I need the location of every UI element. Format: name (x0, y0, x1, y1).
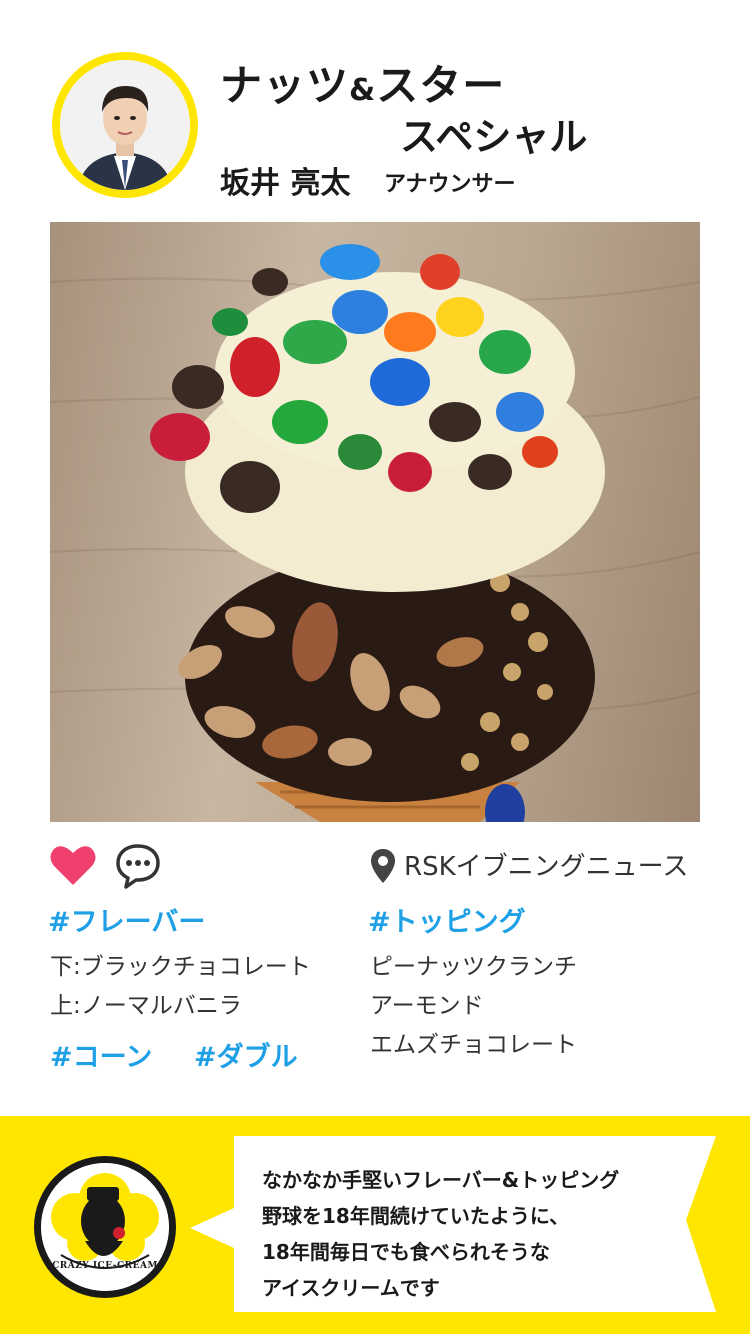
crazy-ice-cream-logo: CRAZY ICE-CREAM (34, 1156, 176, 1298)
logo-text: CRAZY ICE-CREAM (52, 1261, 158, 1271)
topping-item-peanut-crunch: ピーナッツクランチ (370, 954, 577, 980)
tag-topping[interactable]: #トッピング (368, 900, 526, 939)
mascot-icon (41, 1163, 169, 1291)
comment-line-2: 野球を18年間続けていたように、 (262, 1204, 570, 1228)
announcer-role: アナウンサー (384, 172, 516, 197)
topping-item-ms-chocolate: エムズチョコレート (370, 1032, 577, 1058)
ice-cream-illustration (50, 244, 700, 822)
page-title-line1: ナッツ&スター (220, 52, 505, 113)
person-portrait-icon (60, 60, 190, 190)
page-title-line2: スペシャル (400, 115, 588, 159)
location-label[interactable]: RSKイブニングニュース (404, 846, 688, 883)
flavor-item-top: 上:ノーマルバニラ (50, 993, 242, 1019)
title-word-star: スター (376, 61, 506, 110)
comment-text: なかなか手堅いフレーバー&トッピング 野球を18年間続けていたように、 18年間… (262, 1162, 619, 1306)
tag-double[interactable]: #ダブル (194, 1035, 298, 1074)
title-word-nuts: ナッツ (220, 61, 350, 110)
comment-icon[interactable] (114, 842, 162, 890)
announcer-avatar (52, 52, 198, 198)
comment-line-3: 18年間毎日でも食べられそうな (262, 1240, 550, 1264)
flavor-list: 下:ブラックチョコレート 上:ノーマルバニラ (50, 948, 311, 1026)
ice-cream-photo (50, 222, 700, 822)
logo-inner: CRAZY ICE-CREAM (41, 1163, 169, 1291)
title-ampersand: & (349, 73, 377, 108)
location-pin-icon (371, 849, 395, 883)
tag-cone[interactable]: #コーン (50, 1035, 152, 1074)
tag-flavor[interactable]: #フレーバー (48, 900, 205, 939)
topping-list: ピーナッツクランチ アーモンド エムズチョコレート (370, 948, 577, 1065)
comment-line-1: なかなか手堅いフレーバー&トッピング (262, 1168, 620, 1192)
topping-item-almond: アーモンド (370, 993, 484, 1019)
avatar-portrait (60, 60, 190, 190)
flavor-item-bottom: 下:ブラックチョコレート (50, 954, 311, 980)
comment-line-4: アイスクリームです (262, 1276, 440, 1300)
heart-icon[interactable] (50, 843, 96, 887)
announcer-name: 坂井 亮太 (220, 166, 351, 201)
